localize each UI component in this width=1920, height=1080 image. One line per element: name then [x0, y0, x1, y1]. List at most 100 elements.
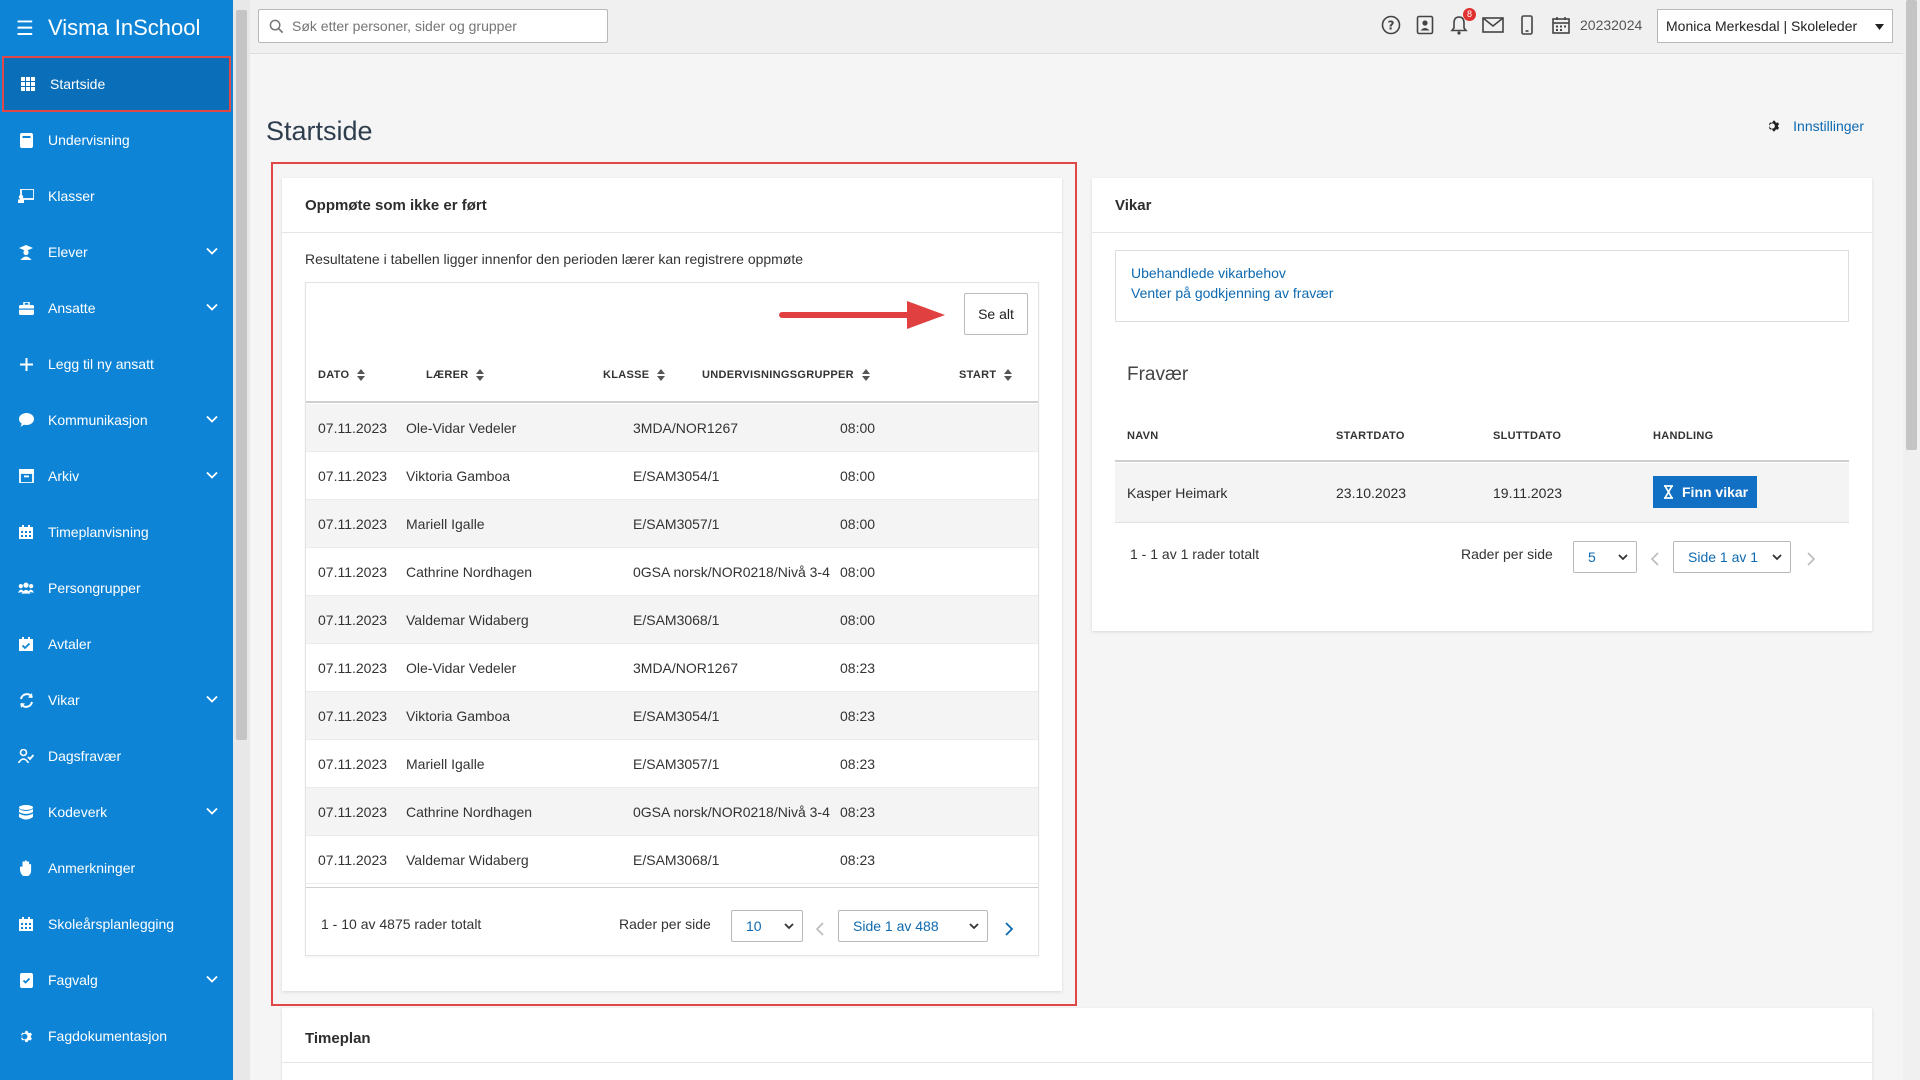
contact-card-icon[interactable] [1414, 14, 1436, 36]
cell-dato: 07.11.2023 [318, 708, 388, 724]
cell-dato: 07.11.2023 [318, 852, 388, 868]
sidebar-item-kodeverk[interactable]: Kodeverk [0, 784, 233, 840]
sidebar-scrollbar[interactable] [233, 0, 250, 1080]
col-dato[interactable]: DATO [318, 369, 366, 381]
sidebar-item-vikar[interactable]: Vikar [0, 672, 233, 728]
sidebar-item-dagsfravær[interactable]: Dagsfravær [0, 728, 233, 784]
chevron-down-icon[interactable] [205, 692, 219, 706]
table-row[interactable]: 07.11.2023 Mariell Igalle E/SAM3057/1 08:00 [306, 500, 1038, 548]
sidebar-item-fagvalg[interactable]: Fagvalg [0, 952, 233, 1008]
sidebar-scrollbar-thumb[interactable] [236, 10, 247, 740]
table-row[interactable]: 07.11.2023 Mariell Igalle E/SAM3057/1 08:23 [306, 740, 1038, 788]
cell-laerer: Mariell Igalle [406, 756, 485, 772]
col-grupper[interactable]: UNDERVISNINGSGRUPPER [702, 369, 870, 381]
sidebar-item-ansatte[interactable]: Ansatte [0, 280, 233, 336]
sidebar-item-anmerkninger[interactable]: Anmerkninger [0, 840, 233, 896]
search-input[interactable] [292, 18, 592, 34]
cell-laerer: Valdemar Widaberg [406, 852, 529, 868]
sidebar-item-legg-til-ny-ansatt[interactable]: Legg til ny ansatt [0, 336, 233, 392]
settings-link[interactable]: Innstillinger [1767, 118, 1864, 134]
sidebar-item-undervisning[interactable]: Undervisning [0, 112, 233, 168]
absence-page-select[interactable]: Side 1 av 1 [1673, 541, 1791, 573]
sidebar-item-kommunikasjon[interactable]: Kommunikasjon [0, 392, 233, 448]
calendar-icon [18, 524, 34, 540]
sidebar-nav: Startside Undervisning Klasser Elever Ansatt… [0, 56, 233, 1064]
topbar: ? 8 20232024 Monica Merkesdal | Skoleled… [250, 0, 1903, 54]
chevron-down-icon[interactable] [205, 244, 219, 258]
absence-next-page-icon[interactable] [1807, 552, 1815, 566]
cell-laerer: Ole-Vidar Vedeler [406, 420, 517, 436]
chevron-down-icon[interactable] [205, 468, 219, 482]
absence-prev-page-icon[interactable] [1651, 552, 1659, 566]
table-row[interactable]: 07.11.2023 Ole-Vidar Vedeler 3MDA/NOR1267 0… [306, 644, 1038, 692]
book-icon [18, 132, 34, 148]
col-laerer[interactable]: LÆRER [426, 369, 485, 381]
swap-icon [18, 692, 34, 708]
cell-gruppe: E/SAM3057/1 [633, 756, 720, 772]
user-role-label: Monica Merkesdal | Skoleleder [1666, 18, 1858, 34]
school-year[interactable]: 20232024 [1580, 17, 1642, 33]
sidebar-item-label: Vikar [48, 692, 80, 708]
presentation-icon [18, 188, 34, 204]
sidebar-item-elever[interactable]: Elever [0, 224, 233, 280]
sidebar-item-label: Elever [48, 244, 88, 260]
table-row[interactable]: 07.11.2023 Ole-Vidar Vedeler 3MDA/NOR1267 0… [306, 404, 1038, 452]
book-check-icon [18, 972, 34, 988]
mail-icon[interactable] [1482, 14, 1504, 36]
help-icon[interactable]: ? [1380, 14, 1402, 36]
col-klasse[interactable]: KLASSE [603, 369, 666, 381]
user-role-select[interactable]: Monica Merkesdal | Skoleleder [1657, 9, 1893, 43]
prev-page-icon[interactable] [816, 922, 824, 936]
bell-icon[interactable]: 8 [1448, 8, 1476, 36]
sidebar-item-label: Dagsfravær [48, 748, 122, 764]
sort-icon [861, 369, 870, 381]
calendar-icon [18, 916, 34, 932]
table-row[interactable]: 07.11.2023 Cathrine Nordhagen 0GSA norsk/N… [306, 788, 1038, 836]
hand-icon [18, 860, 34, 876]
sidebar-item-startside[interactable]: Startside [2, 56, 231, 112]
sidebar-item-arkiv[interactable]: Arkiv [0, 448, 233, 504]
page-select[interactable]: Side 1 av 488 [838, 910, 988, 942]
awaiting-approval-link[interactable]: Venter på godkjenning av fravær [1131, 283, 1833, 303]
gear-icon [18, 1028, 34, 1044]
calendar-icon[interactable] [1550, 14, 1572, 36]
search-box[interactable] [258, 9, 608, 43]
page-scrollbar-thumb[interactable] [1906, 0, 1917, 450]
menu-icon[interactable]: ☰ [16, 16, 34, 41]
table-row[interactable]: 07.11.2023 Viktoria Gamboa E/SAM3054/1 08:0… [306, 452, 1038, 500]
sort-icon [357, 369, 366, 381]
gear-icon [1769, 120, 1780, 132]
sidebar-item-timeplanvisning[interactable]: Timeplanvisning [0, 504, 233, 560]
table-row[interactable]: 07.11.2023 Valdemar Widaberg E/SAM3068/1 08… [306, 596, 1038, 644]
cell-gruppe: 3MDA/NOR1267 [633, 420, 739, 436]
find-substitute-button[interactable]: Finn vikar [1653, 476, 1757, 508]
table-row[interactable]: 07.11.2023 Valdemar Widaberg E/SAM3068/1 08… [306, 836, 1038, 884]
chevron-down-icon[interactable] [205, 300, 219, 314]
unhandled-substitute-link[interactable]: Ubehandlede vikarbehov [1131, 263, 1833, 283]
sidebar-item-skoleårsplanlegging[interactable]: Skoleårsplanlegging [0, 896, 233, 952]
substitute-card: Vikar Ubehandlede vikarbehov Venter på g… [1092, 178, 1872, 631]
sidebar-item-klasser[interactable]: Klasser [0, 168, 233, 224]
archive-icon [18, 468, 34, 484]
sidebar-item-avtaler[interactable]: Avtaler [0, 616, 233, 672]
phone-icon[interactable] [1516, 14, 1538, 36]
table-row[interactable]: 07.11.2023 Viktoria Gamboa E/SAM3054/1 08:2… [306, 692, 1038, 740]
sidebar-item-persongrupper[interactable]: Persongrupper [0, 560, 233, 616]
arrow-annotation-icon [779, 301, 945, 329]
chevron-down-icon[interactable] [205, 804, 219, 818]
col-start[interactable]: START [959, 369, 1013, 381]
table-row[interactable]: 07.11.2023 Cathrine Nordhagen 0GSA norsk/N… [306, 548, 1038, 596]
see-all-button[interactable]: Se alt [964, 293, 1028, 335]
cell-start: 08:00 [840, 612, 876, 628]
col-dato-label: DATO [318, 369, 350, 381]
chevron-down-icon[interactable] [205, 412, 219, 426]
attendance-table: Se alt DATO LÆRER KLASSE UNDERVISNINGSGR… [305, 282, 1039, 956]
absence-rows-per-page-select[interactable]: 5 [1573, 541, 1637, 573]
rows-per-page-select[interactable]: 10 [731, 910, 803, 942]
page-scrollbar[interactable] [1903, 0, 1920, 1080]
next-page-icon[interactable] [1005, 922, 1013, 936]
cell-dato: 07.11.2023 [318, 756, 388, 772]
absence-start: 23.10.2023 [1336, 485, 1407, 501]
sidebar-item-fagdokumentasjon[interactable]: Fagdokumentasjon [0, 1008, 233, 1064]
chevron-down-icon[interactable] [205, 972, 219, 986]
